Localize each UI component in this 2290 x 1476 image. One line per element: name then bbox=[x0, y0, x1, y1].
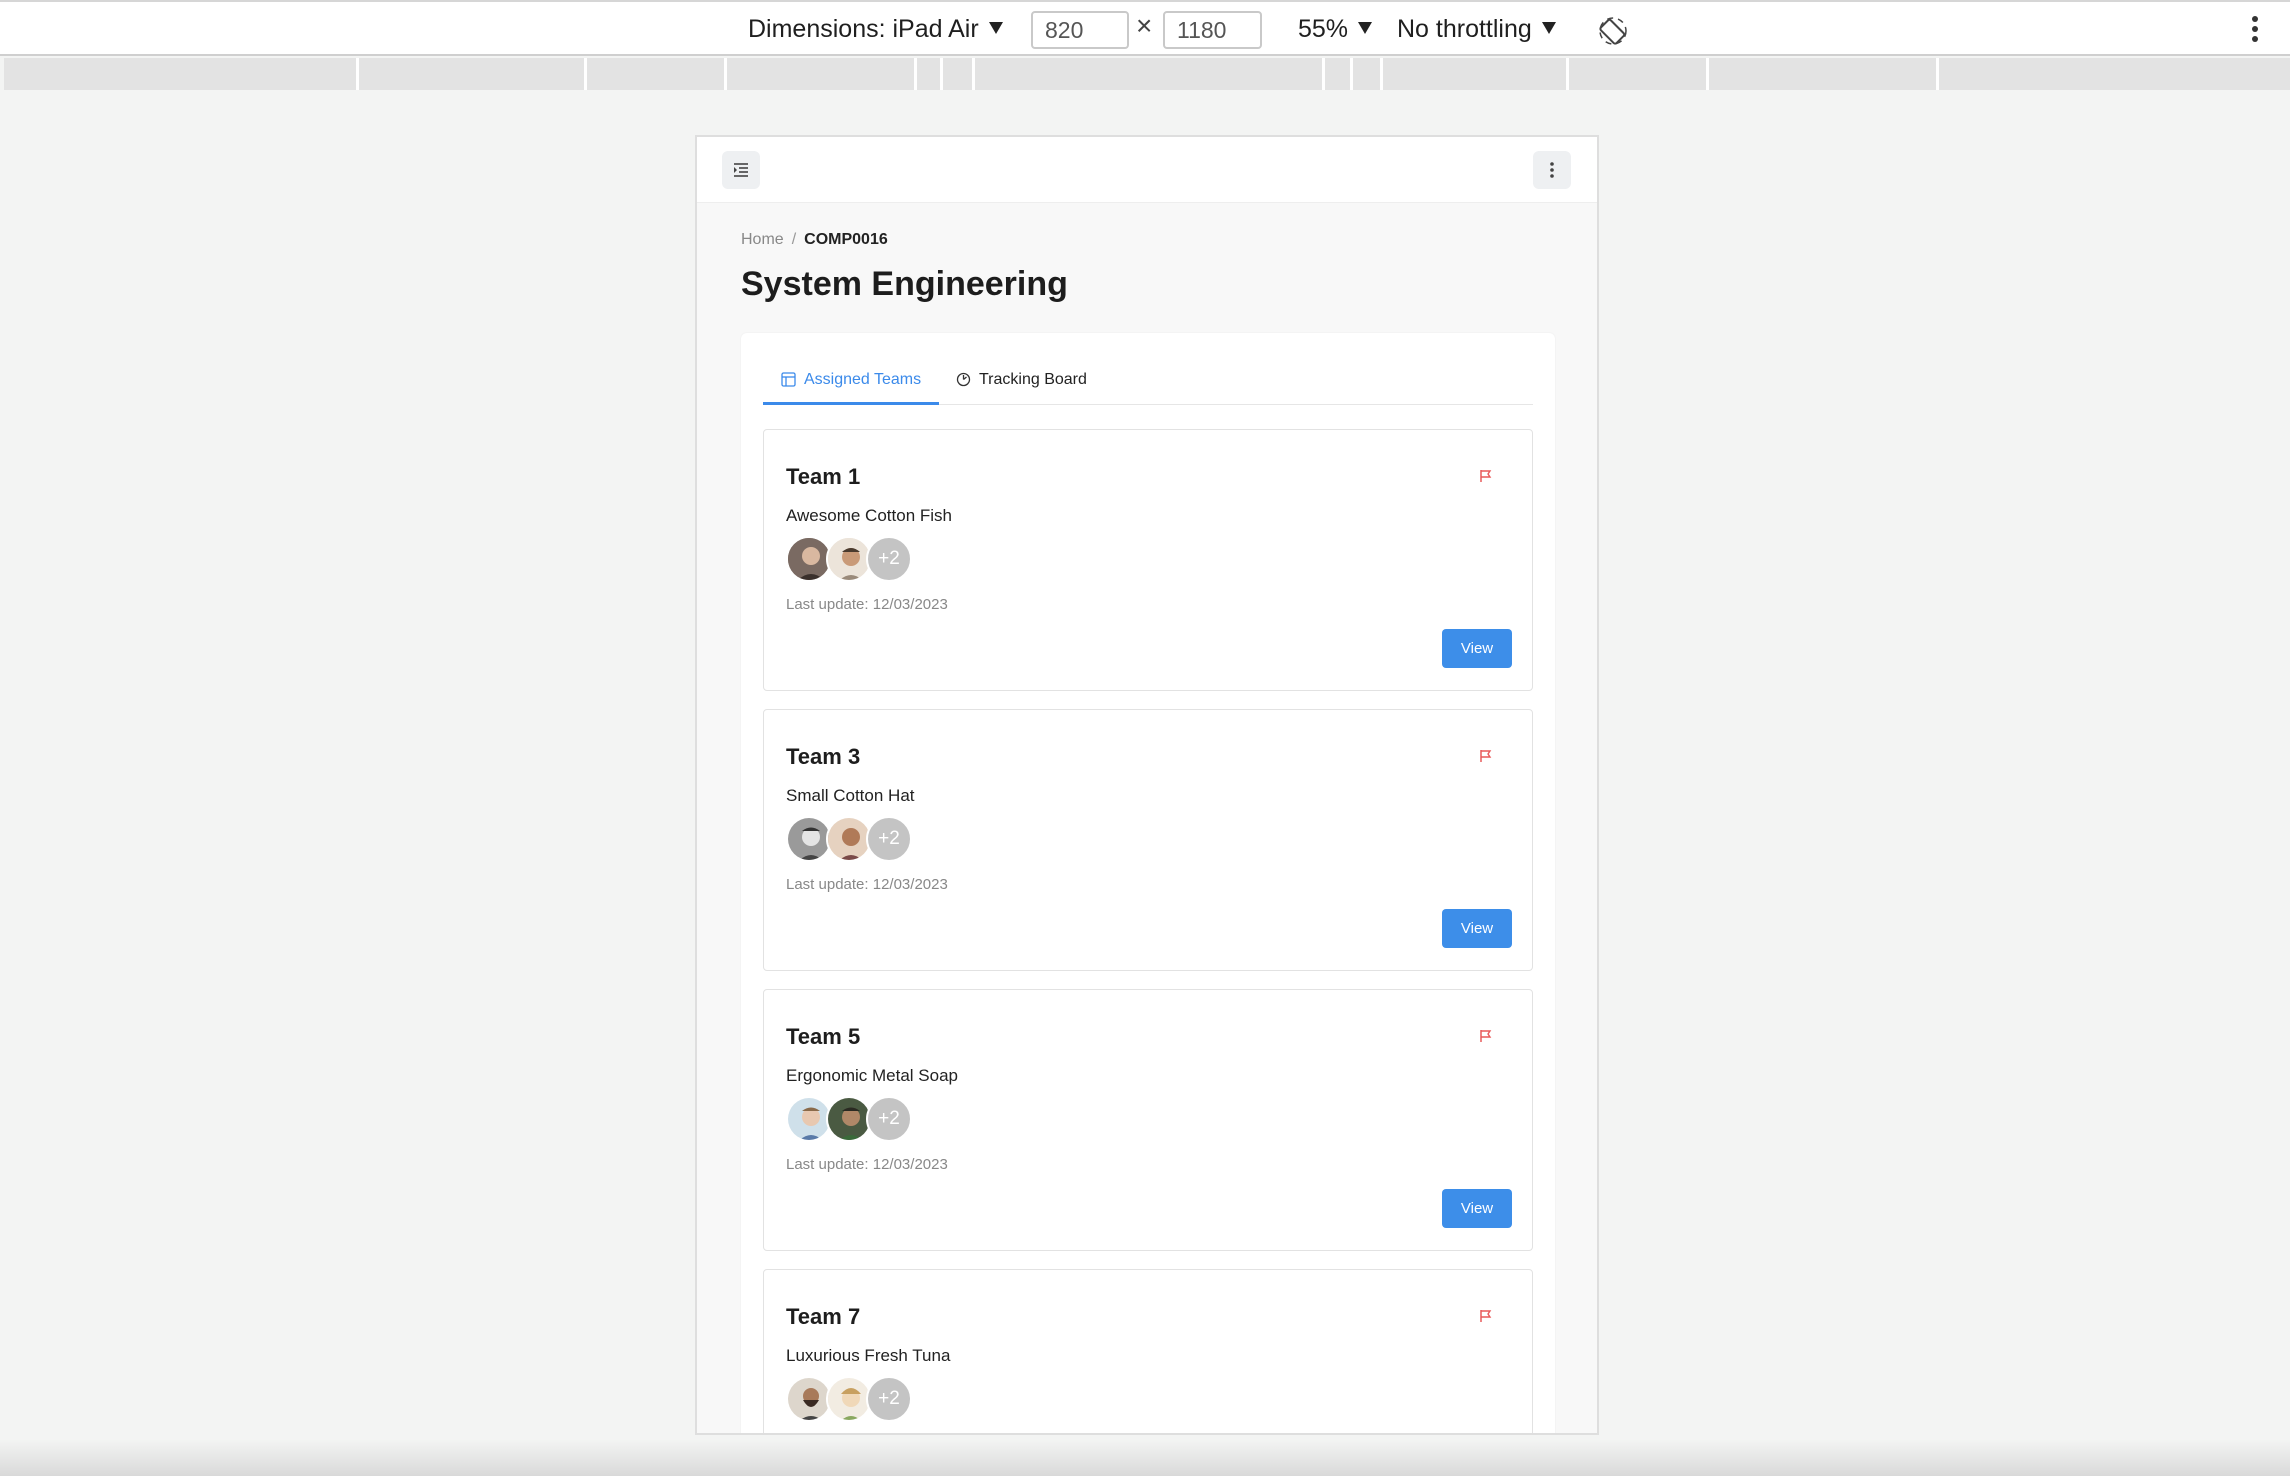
team-name: Team 5 bbox=[786, 1024, 861, 1049]
breadcrumb: Home / COMP0016 bbox=[741, 231, 888, 249]
team-product: Ergonomic Metal Soap bbox=[786, 1066, 958, 1085]
team-name: Team 1 bbox=[786, 464, 861, 489]
view-team-button[interactable]: View bbox=[1442, 909, 1512, 948]
extra-members-count[interactable]: +2 bbox=[866, 536, 912, 582]
app-topbar bbox=[697, 137, 1597, 203]
rotate-device-icon[interactable] bbox=[1598, 16, 1628, 46]
breadcrumb-current: COMP0016 bbox=[804, 231, 888, 248]
device-height-input[interactable]: 1180 bbox=[1163, 11, 1262, 49]
team-card: Team 7 Luxurious Fresh Tuna +2 bbox=[763, 1269, 1533, 1433]
page-title: System Engineering bbox=[741, 265, 1068, 303]
indent-menu-icon bbox=[734, 163, 748, 177]
zoom-label: 55% bbox=[1298, 15, 1349, 43]
view-team-button[interactable]: View bbox=[1442, 629, 1512, 668]
device-dimensions-label: Dimensions: iPad Air bbox=[748, 15, 979, 43]
device-viewport: Home / COMP0016 System Engineering Assigne… bbox=[695, 135, 1599, 1435]
board-icon bbox=[781, 372, 796, 387]
tab-tracking-board-label: Tracking Board bbox=[979, 371, 1087, 388]
throttling-label: No throttling bbox=[1397, 15, 1532, 43]
sidebar-toggle-button[interactable] bbox=[722, 151, 760, 189]
team-card: Team 3 Small Cotton Hat +2 Last update: … bbox=[763, 709, 1533, 971]
teams-panel: Assigned Teams Tracking Board Team 1 Awe… bbox=[741, 333, 1555, 1433]
breadcrumb-home-link[interactable]: Home bbox=[741, 231, 784, 248]
view-team-button[interactable]: View bbox=[1442, 1189, 1512, 1228]
tab-assigned-teams[interactable]: Assigned Teams bbox=[763, 363, 939, 405]
kebab-icon bbox=[1550, 162, 1554, 178]
team-name: Team 7 bbox=[786, 1304, 861, 1329]
window-bottom-edge bbox=[0, 1440, 2290, 1476]
team-product: Awesome Cotton Fish bbox=[786, 506, 952, 525]
flag-icon[interactable] bbox=[1478, 748, 1494, 764]
team-name: Team 3 bbox=[786, 744, 861, 769]
device-dimensions-dropdown[interactable]: Dimensions: iPad Air bbox=[748, 2, 1003, 56]
more-menu-button[interactable] bbox=[1533, 151, 1571, 189]
zoom-dropdown[interactable]: 55% bbox=[1298, 2, 1373, 56]
last-update: Last update: 12/03/2023 bbox=[786, 876, 948, 893]
throttling-dropdown[interactable]: No throttling bbox=[1397, 2, 1556, 56]
media-query-bar[interactable] bbox=[4, 58, 2290, 90]
team-card: Team 5 Ergonomic Metal Soap +2 Last upda… bbox=[763, 989, 1533, 1251]
flag-icon[interactable] bbox=[1478, 1028, 1494, 1044]
chevron-down-icon bbox=[1358, 22, 1373, 35]
more-options-icon[interactable] bbox=[2250, 16, 2260, 46]
team-product: Luxurious Fresh Tuna bbox=[786, 1346, 951, 1365]
tab-tracking-board[interactable]: Tracking Board bbox=[956, 363, 1087, 405]
breadcrumb-separator: / bbox=[791, 231, 797, 248]
team-product: Small Cotton Hat bbox=[786, 786, 915, 805]
extra-members-count[interactable]: +2 bbox=[866, 1376, 912, 1422]
extra-members-count[interactable]: +2 bbox=[866, 1096, 912, 1142]
chevron-down-icon bbox=[1541, 22, 1556, 35]
extra-members-count[interactable]: +2 bbox=[866, 816, 912, 862]
chevron-down-icon bbox=[988, 22, 1003, 35]
last-update: Last update: 12/03/2023 bbox=[786, 596, 948, 613]
team-card: Team 1 Awesome Cotton Fish +2 Last updat… bbox=[763, 429, 1533, 691]
flag-icon[interactable] bbox=[1478, 1308, 1494, 1324]
tab-bar: Assigned Teams Tracking Board bbox=[763, 363, 1533, 405]
tab-assigned-teams-label: Assigned Teams bbox=[804, 371, 922, 388]
devtools-toolbar: Dimensions: iPad Air 820 × 1180 55% No t… bbox=[0, 0, 2290, 56]
device-width-input[interactable]: 820 bbox=[1031, 11, 1129, 49]
gauge-icon bbox=[956, 372, 971, 387]
flag-icon[interactable] bbox=[1478, 468, 1494, 484]
dimensions-times-label: × bbox=[1136, 10, 1153, 41]
last-update: Last update: 12/03/2023 bbox=[786, 1156, 948, 1173]
